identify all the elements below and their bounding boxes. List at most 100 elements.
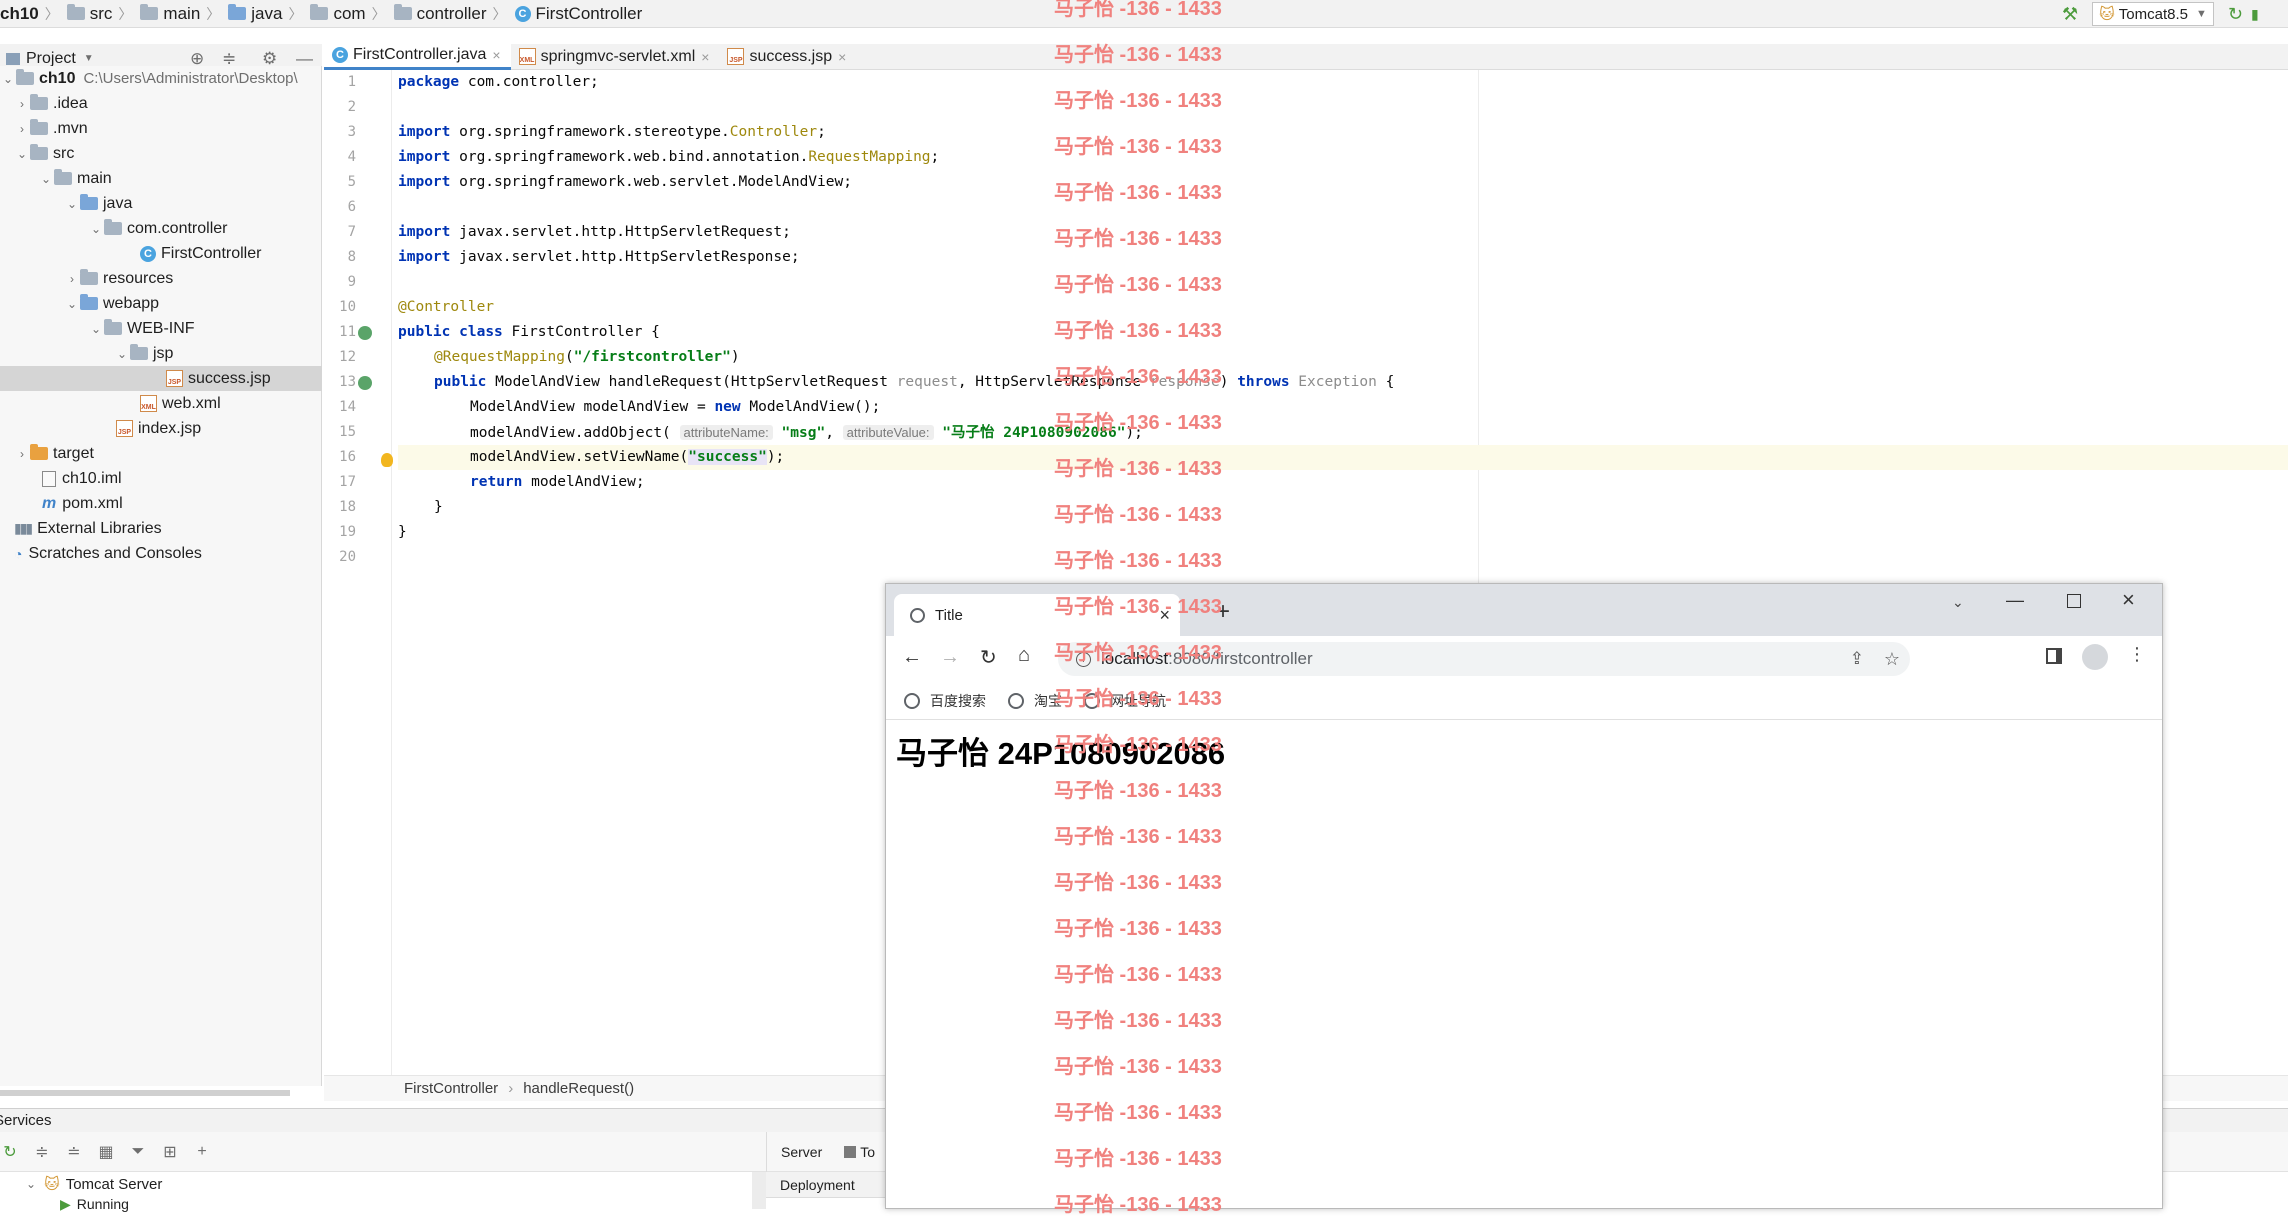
tree-item-java[interactable]: ⌄ java	[64, 191, 132, 216]
tab-server[interactable]: Server	[781, 1144, 822, 1160]
tree-item-web-xml[interactable]: XML web.xml	[140, 391, 221, 416]
tree-item-com-controller[interactable]: ⌄ com.controller	[88, 216, 227, 241]
tree-item-scratches[interactable]: ◔ Scratches and Consoles	[14, 541, 202, 566]
line-number: 5	[347, 174, 356, 190]
breadcrumb-class[interactable]: FirstController	[404, 1080, 498, 1097]
folder-icon	[80, 269, 98, 285]
nav-crumb-firstcontroller[interactable]: C FirstController	[514, 0, 647, 28]
chevron-down-icon: ▼	[2195, 8, 2207, 20]
tree-item-web-inf[interactable]: ⌄ WEB-INF	[88, 316, 195, 341]
spring-bean-icon[interactable]	[358, 326, 372, 340]
close-icon[interactable]: ×	[492, 47, 500, 63]
sidepanel-icon[interactable]	[2046, 648, 2062, 664]
line-number: 20	[339, 549, 356, 565]
jsp-file-icon: JSP	[727, 48, 745, 65]
forward-icon[interactable]: →	[940, 646, 960, 669]
tree-item-jsp[interactable]: ⌄ jsp	[114, 341, 173, 366]
tree-item-external-libraries[interactable]: ▮▮▮ External Libraries	[14, 516, 162, 541]
close-icon[interactable]: ×	[701, 49, 709, 65]
xml-file-icon: XML	[518, 48, 536, 65]
filter-icon[interactable]: ⏷	[128, 1142, 148, 1162]
tree-item-main[interactable]: ⌄ main	[38, 166, 112, 191]
log-icon	[844, 1146, 857, 1158]
run-config-dropdown[interactable]: 🐱 Tomcat8.5 ▼	[2092, 2, 2214, 26]
line-number: 1	[347, 74, 356, 90]
nav-crumb-src[interactable]: src 〉	[66, 0, 141, 28]
back-icon[interactable]: ←	[902, 646, 922, 669]
watermark-text: 马子怡 -136 - 1433	[1054, 1194, 1222, 1216]
tab-firstcontroller-java[interactable]: C FirstController.java ×	[324, 43, 511, 70]
nav-crumb-java[interactable]: java 〉	[228, 0, 310, 28]
nav-crumb-main[interactable]: main 〉	[140, 0, 228, 28]
tree-item-index-jsp[interactable]: JSP index.jsp	[116, 416, 201, 441]
collapse-all-icon[interactable]: ≐	[64, 1142, 84, 1162]
tree-item-firstcontroller[interactable]: C FirstController	[140, 241, 261, 266]
code-line-10: @Controller	[398, 299, 495, 315]
service-tomcat-server[interactable]: ⌄ 🐱 Tomcat Server	[26, 1172, 162, 1196]
splitter[interactable]	[752, 1172, 766, 1209]
nav-crumb-controller[interactable]: controller 〉	[393, 0, 515, 28]
horizontal-scrollbar[interactable]	[0, 1090, 290, 1096]
lightbulb-icon[interactable]	[381, 453, 393, 467]
reload-icon[interactable]: ↻	[980, 645, 997, 670]
expand-all-icon[interactable]: ≑	[32, 1142, 52, 1162]
build-hammer-icon[interactable]: ⚒	[2062, 4, 2078, 25]
tree-item-src[interactable]: ⌄ src	[14, 141, 74, 166]
watermark-text: 马子怡 -136 - 1433	[1054, 412, 1222, 434]
tree-item-success-jsp[interactable]: JSP success.jsp	[0, 366, 322, 391]
project-view-icon	[6, 52, 20, 65]
folder-icon	[104, 319, 122, 335]
tomcat-icon: 🐱	[44, 1176, 60, 1193]
tab-search-icon[interactable]: ⌄	[1952, 594, 1964, 611]
line-number: 3	[347, 124, 356, 140]
watermark-text: 马子怡 -136 - 1433	[1054, 1056, 1222, 1078]
tab-springmvc-servlet-xml[interactable]: XML springmvc-servlet.xml ×	[511, 44, 720, 70]
code-line-16: modelAndView.setViewName("success");	[470, 449, 785, 465]
bookmark-star-icon[interactable]: ☆	[1884, 649, 1900, 670]
tree-item-pom-xml[interactable]: m pom.xml	[42, 491, 123, 516]
refresh-icon[interactable]: ↻	[0, 1142, 20, 1162]
tab-success-jsp[interactable]: JSP success.jsp ×	[719, 44, 856, 70]
profile-icon[interactable]	[2082, 644, 2108, 670]
watermark-text: 马子怡 -136 - 1433	[1054, 642, 1222, 664]
watermark-text: 马子怡 -136 - 1433	[1054, 1102, 1222, 1124]
globe-icon	[904, 692, 920, 709]
close-window-icon[interactable]: ×	[2122, 587, 2135, 613]
debug-icon[interactable]: ▮	[2251, 6, 2259, 23]
tomcat-icon: 🐱	[2099, 6, 2115, 23]
chevron-down-icon[interactable]: ▼	[84, 53, 94, 64]
breadcrumb-method[interactable]: handleRequest()	[523, 1080, 634, 1097]
bookmark-item[interactable]: 百度搜索	[904, 691, 986, 711]
tree-item-webapp[interactable]: ⌄ webapp	[64, 291, 159, 316]
tree-item-idea[interactable]: › .idea	[14, 91, 88, 116]
share-icon[interactable]: ⇪	[1850, 649, 1864, 669]
folder-icon	[30, 444, 48, 460]
group-icon[interactable]: ▦	[96, 1142, 116, 1162]
tree-item-ch10-iml[interactable]: ch10.iml	[42, 466, 122, 491]
folder-icon	[80, 194, 98, 210]
chevron-down-icon: ⌄	[90, 321, 102, 336]
folder-icon	[30, 119, 48, 135]
service-running[interactable]: ▶ Running	[60, 1194, 129, 1214]
nav-crumb-project[interactable]: ch10 〉	[0, 0, 67, 28]
new-tab-icon[interactable]: ⊞	[160, 1142, 180, 1162]
globe-icon	[910, 607, 925, 623]
rerun-icon[interactable]: ↻	[2228, 4, 2243, 25]
tree-item-resources[interactable]: › resources	[64, 266, 173, 291]
more-menu-icon[interactable]: ⋮	[2128, 644, 2146, 665]
tab-tomcat-log[interactable]: To	[844, 1144, 875, 1160]
minimize-icon[interactable]: —	[2006, 590, 2024, 611]
project-view-selector[interactable]: Project	[26, 50, 76, 68]
nav-crumb-com[interactable]: com 〉	[310, 0, 393, 28]
deployment-header: Deployment	[766, 1172, 886, 1198]
tree-item-ch10[interactable]: ⌄ ch10 C:\Users\Administrator\Desktop\	[0, 66, 298, 91]
jsp-file-icon: JSP	[116, 420, 133, 437]
home-icon[interactable]: ⌂	[1018, 644, 1030, 667]
tree-item-mvn[interactable]: › .mvn	[14, 116, 88, 141]
close-icon[interactable]: ×	[838, 49, 846, 65]
tree-item-target[interactable]: › target	[14, 441, 94, 466]
line-number: 14	[339, 399, 356, 415]
maximize-icon[interactable]	[2067, 594, 2081, 608]
add-icon[interactable]: +	[192, 1142, 212, 1162]
spring-mapping-icon[interactable]	[358, 376, 372, 390]
